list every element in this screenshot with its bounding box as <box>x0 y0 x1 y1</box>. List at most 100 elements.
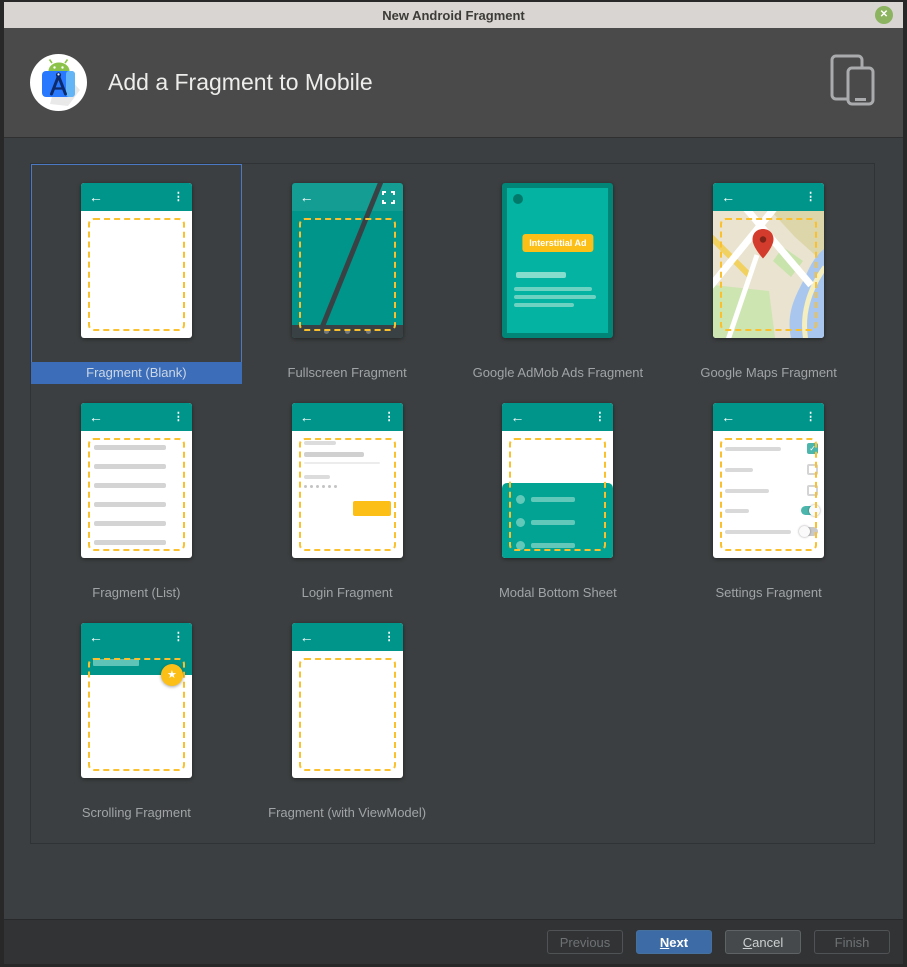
template-label: Fragment (Blank) <box>31 362 242 384</box>
toggle-on-icon <box>801 506 818 515</box>
fab-star-icon: ★ <box>161 664 183 686</box>
interstitial-ad-button: Interstitial Ad <box>522 234 593 252</box>
status-dot <box>513 194 523 204</box>
field-label-line <box>304 441 336 445</box>
checkbox-empty-icon <box>807 485 818 496</box>
thumbnail-appbar: ← ⋮ <box>292 403 403 431</box>
thumbnail-fragment-list: ← ⋮ <box>81 403 192 558</box>
cancel-button[interactable]: Cancel <box>725 930 801 954</box>
template-cell-fullscreen-fragment[interactable]: ← <box>242 164 453 384</box>
template-cell-modal-bottom-sheet[interactable]: ← ⋮ <box>453 384 664 604</box>
template-label: Login Fragment <box>242 582 453 604</box>
thumbnail-admob-ads-fragment: Interstitial Ad <box>502 183 613 338</box>
back-arrow-icon: ← <box>510 410 524 424</box>
fullscreen-expand-icon <box>382 191 395 204</box>
back-arrow-icon: ← <box>300 630 314 644</box>
template-cell-admob-ads-fragment[interactable]: Interstitial Ad Google AdMob Ads Fragmen… <box>453 164 664 384</box>
sheet-list-item <box>516 541 575 550</box>
back-arrow-icon: ← <box>300 410 314 424</box>
thumbnail-appbar: ← ⋮ <box>713 183 824 211</box>
window-close-button[interactable]: ✕ <box>875 6 893 24</box>
thumbnail-google-maps-fragment: ← ⋮ <box>713 183 824 338</box>
form-factor-devices-icon <box>829 53 877 112</box>
thumbnail-appbar: ← ⋮ <box>713 403 824 431</box>
close-icon: ✕ <box>880 10 888 20</box>
field-label-line <box>304 475 330 479</box>
settings-row <box>725 527 818 536</box>
android-studio-logo <box>30 54 87 111</box>
list-item-line <box>94 502 166 507</box>
template-label: Modal Bottom Sheet <box>453 582 664 604</box>
wizard-header: Add a Fragment to Mobile <box>4 28 903 138</box>
template-cell-scrolling-fragment[interactable]: ← ⋮ ★ Scrolling Fragment <box>31 604 242 824</box>
text-line <box>514 295 596 299</box>
input-line <box>304 452 364 457</box>
nav-dot <box>324 329 329 334</box>
template-cell-fragment-list[interactable]: ← ⋮ Fragment (List) <box>31 384 242 604</box>
thumbnail-fragment-blank: ← ⋮ <box>81 183 192 338</box>
wizard-title: Add a Fragment to Mobile <box>108 69 829 96</box>
list-item-line <box>94 521 166 526</box>
overflow-menu-icon: ⋮ <box>384 632 395 643</box>
back-arrow-icon: ← <box>721 410 735 424</box>
overflow-menu-icon: ⋮ <box>594 412 605 423</box>
template-cell-fragment-viewmodel[interactable]: ← ⋮ Fragment (with ViewModel) <box>242 604 453 824</box>
finish-button[interactable]: Finish <box>814 930 890 954</box>
thumbnail-appbar: ← ⋮ <box>292 623 403 651</box>
template-gallery-area: ← ⋮ Fragment (Blank) ← <box>4 138 903 919</box>
template-cell-login-fragment[interactable]: ← ⋮ <box>242 384 453 604</box>
wizard-footer: Previous Next Cancel Finish <box>4 919 903 964</box>
thumbnail-modal-bottom-sheet: ← ⋮ <box>502 403 613 558</box>
checkbox-checked-icon: ✓ <box>807 443 818 454</box>
next-button[interactable]: Next <box>636 930 712 954</box>
bottom-sheet <box>502 483 613 558</box>
nav-dot <box>345 329 350 334</box>
template-cell-settings-fragment[interactable]: ← ⋮ ✓ <box>663 384 874 604</box>
settings-row: ✓ <box>725 443 818 454</box>
nav-dot <box>366 329 371 334</box>
settings-row <box>725 464 818 475</box>
template-label: Google Maps Fragment <box>663 362 874 384</box>
empty-cell <box>453 604 664 824</box>
android-studio-logo-icon <box>30 54 87 111</box>
overflow-menu-icon: ⋮ <box>805 192 816 203</box>
template-cell-fragment-blank[interactable]: ← ⋮ Fragment (Blank) <box>31 164 242 384</box>
settings-row <box>725 485 818 496</box>
list-item-line <box>94 464 166 469</box>
template-cell-google-maps-fragment[interactable]: ← ⋮ <box>663 164 874 384</box>
thumbnail-appbar: ← ⋮ <box>81 183 192 211</box>
template-gallery-panel: ← ⋮ Fragment (Blank) ← <box>30 163 875 844</box>
password-dots <box>304 485 337 488</box>
back-arrow-icon: ← <box>300 190 314 204</box>
sheet-list-item <box>516 518 575 527</box>
thumbnail-appbar: ← ⋮ <box>81 623 192 651</box>
fragment-placeholder-outline <box>299 218 396 331</box>
back-arrow-icon: ← <box>89 190 103 204</box>
toggle-off-icon <box>801 527 818 536</box>
template-grid: ← ⋮ Fragment (Blank) ← <box>31 164 874 824</box>
list-item-line <box>94 483 166 488</box>
overflow-menu-icon: ⋮ <box>384 412 395 423</box>
new-android-fragment-dialog: New Android Fragment ✕ Add a Fragment <box>4 2 903 964</box>
empty-cell <box>663 604 874 824</box>
previous-button[interactable]: Previous <box>547 930 623 954</box>
thumbnail-settings-fragment: ← ⋮ ✓ <box>713 403 824 558</box>
thumbnail-appbar: ← ⋮ <box>81 403 192 431</box>
window-titlebar: New Android Fragment ✕ <box>4 2 903 28</box>
thumbnail-appbar: ← <box>292 183 403 211</box>
fragment-placeholder-outline <box>88 438 185 551</box>
template-label: Settings Fragment <box>663 582 874 604</box>
sheet-list-item <box>516 495 575 504</box>
login-button-placeholder <box>353 501 391 516</box>
text-line <box>516 272 566 278</box>
template-label: Fullscreen Fragment <box>242 362 453 384</box>
text-line <box>514 303 574 307</box>
back-arrow-icon: ← <box>721 190 735 204</box>
navigation-bar <box>292 325 403 338</box>
thumbnail-appbar: ← ⋮ <box>502 403 613 431</box>
back-arrow-icon: ← <box>89 410 103 424</box>
toolbar-title-line <box>93 659 139 666</box>
overflow-menu-icon: ⋮ <box>173 192 184 203</box>
thumbnail-fullscreen-fragment: ← <box>292 183 403 338</box>
thumbnail-login-fragment: ← ⋮ <box>292 403 403 558</box>
